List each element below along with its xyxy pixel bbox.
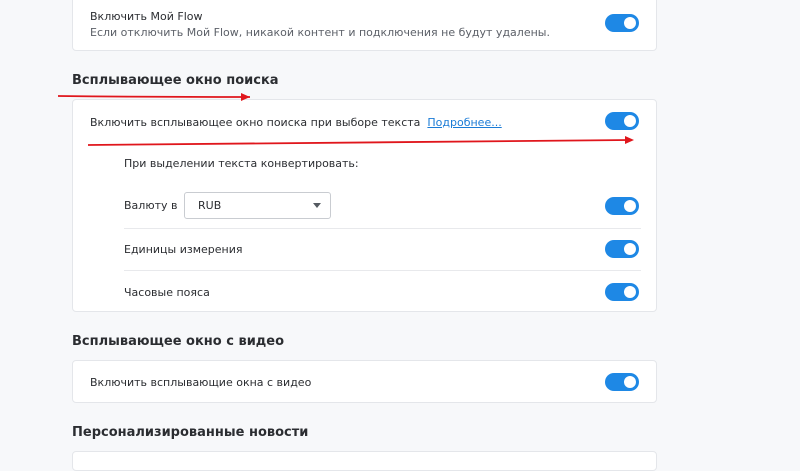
video-popup-toggle[interactable]	[605, 373, 639, 391]
search-popup-enable-row: Включить всплывающее окно поиска при выб…	[90, 116, 502, 129]
timezones-toggle[interactable]	[605, 283, 639, 301]
video-popup-enable-label: Включить всплывающие окна с видео	[90, 376, 312, 389]
myflow-toggle[interactable]	[605, 14, 639, 32]
divider	[124, 228, 641, 229]
news-section-title: Персонализированные новости	[72, 425, 309, 440]
divider	[124, 270, 641, 271]
toggle-knob	[624, 286, 636, 298]
currency-select[interactable]: RUB	[184, 192, 331, 219]
units-label: Единицы измерения	[124, 243, 243, 256]
toggle-knob	[624, 17, 636, 29]
search-popup-enable-label: Включить всплывающее окно поиска при выб…	[90, 116, 421, 129]
convert-label: При выделении текста конвертировать:	[124, 157, 359, 170]
learn-more-link[interactable]: Подробнее...	[427, 116, 501, 129]
search-popup-section-title: Всплывающее окно поиска	[72, 73, 279, 88]
myflow-title: Включить Мой Flow	[90, 10, 203, 23]
toggle-knob	[624, 115, 636, 127]
chevron-down-icon	[313, 203, 321, 208]
video-popup-section-title: Всплывающее окно с видео	[72, 334, 285, 349]
currency-toggle[interactable]	[605, 197, 639, 215]
search-popup-toggle[interactable]	[605, 112, 639, 130]
news-card	[72, 451, 657, 471]
currency-select-value: RUB	[198, 199, 222, 212]
units-toggle[interactable]	[605, 240, 639, 258]
toggle-knob	[624, 376, 636, 388]
toggle-knob	[624, 200, 636, 212]
toggle-knob	[624, 243, 636, 255]
timezones-label: Часовые пояса	[124, 286, 210, 299]
myflow-description: Если отключить Мой Flow, никакой контент…	[90, 26, 550, 39]
currency-label: Валюту в	[124, 199, 178, 212]
